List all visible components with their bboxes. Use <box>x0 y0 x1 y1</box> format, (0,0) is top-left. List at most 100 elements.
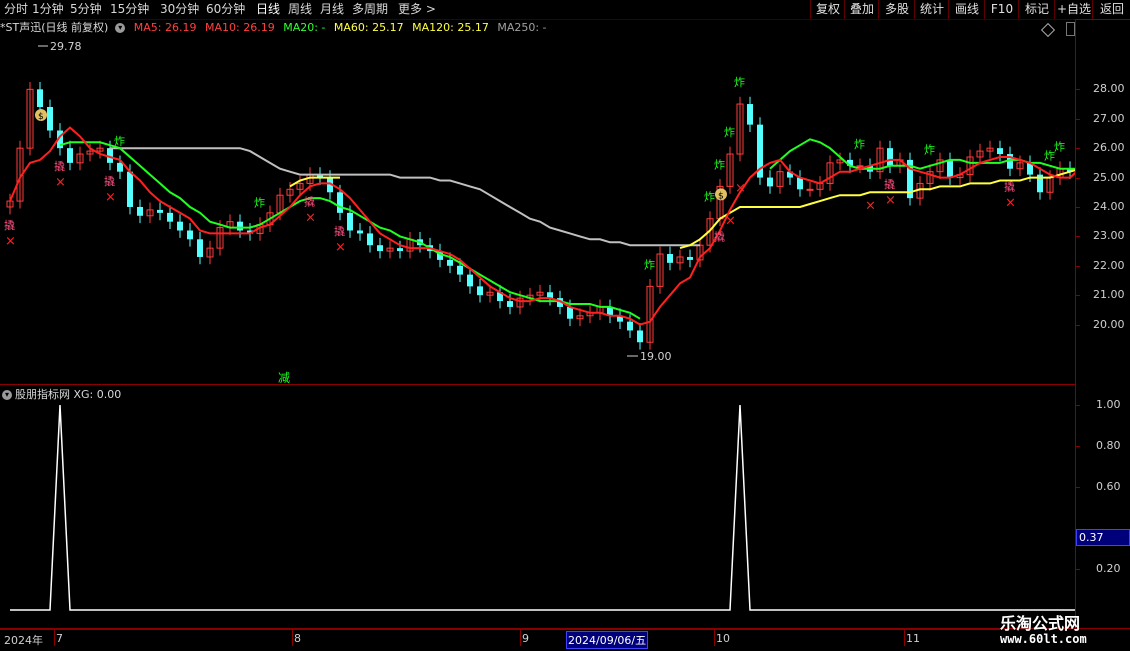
price-tick-label: 20.00 <box>1093 317 1125 331</box>
price-tick-label: 25.00 <box>1093 170 1125 184</box>
candle-body <box>377 245 383 252</box>
candle-body <box>37 89 43 107</box>
candle-body <box>137 206 143 216</box>
price-tick-label: 24.00 <box>1093 199 1125 213</box>
signal-x: × <box>305 210 316 225</box>
price-tick-label: 26.00 <box>1093 141 1125 155</box>
reduce-mark: 减 <box>278 371 290 385</box>
low-price-label: 19.00 <box>640 350 672 363</box>
toolbar-item[interactable]: 日线 <box>256 1 280 18</box>
signal-qiao: 撬 <box>4 218 15 232</box>
price-tick <box>1075 295 1080 297</box>
toolbar: 分时 1分钟 5分钟 15分钟 30分钟 60分钟 日线 周线 月线 多周期 更多 > 复权 叠加 多股统… <box>0 0 1130 20</box>
indicator-chart[interactable] <box>0 385 1075 628</box>
toolbar-item[interactable]: 统计 <box>914 0 949 19</box>
toolbar-item[interactable]: +自选 <box>1054 0 1093 19</box>
month-label: 7 <box>56 632 63 645</box>
candle-body <box>806 188 814 191</box>
candle-body <box>367 233 373 246</box>
ma60-line <box>110 147 700 247</box>
signal-zha: 炸 <box>724 126 735 139</box>
toolbar-item[interactable]: 标记 <box>1018 0 1055 19</box>
toolbar-item[interactable]: 1分钟 <box>32 1 64 18</box>
toolbar-item[interactable]: 多周期 <box>352 1 388 18</box>
month-label: 8 <box>294 632 301 645</box>
indicator-menu-icon[interactable]: ▾ <box>2 390 12 400</box>
candle-body <box>467 274 473 287</box>
toolbar-item[interactable]: 返回 <box>1092 0 1130 19</box>
signal-zha: 炸 <box>734 76 745 89</box>
signal-zha: 炸 <box>1054 141 1065 154</box>
signal-zha: 炸 <box>704 191 715 204</box>
toolbar-item[interactable]: 30分钟 <box>160 1 199 18</box>
indicator-tick <box>1075 405 1080 406</box>
toolbar-item[interactable]: 5分钟 <box>70 1 102 18</box>
price-tick <box>1075 118 1080 120</box>
signal-x: × <box>5 234 16 249</box>
signal-qiao: 撬 <box>54 159 65 173</box>
candle-body <box>337 192 343 213</box>
candle-body <box>127 171 133 207</box>
candle-body <box>157 209 163 213</box>
toolbar-item[interactable]: 复权 <box>810 0 845 19</box>
candle-body <box>767 177 773 187</box>
price-tick <box>1075 206 1080 208</box>
signal-x: × <box>105 190 116 205</box>
signal-zha: 炸 <box>114 135 125 148</box>
toolbar-item[interactable]: 分时 <box>4 1 28 18</box>
price-tick <box>1075 236 1080 238</box>
toolbar-item[interactable]: 月线 <box>320 1 344 18</box>
signal-qiao: 撬 <box>304 194 315 208</box>
candlestick-chart[interactable]: 炸炸炸炸炸炸炸炸炸炸炸撬撬撬撬撬 撬撬 撬×××××××× × ×$$29.7819.0… <box>0 20 1075 385</box>
month-divider <box>714 630 715 646</box>
xg-line <box>10 404 1075 611</box>
price-tick-label: 23.00 <box>1093 229 1125 243</box>
candle-body <box>856 165 864 168</box>
candle-body <box>167 212 173 222</box>
signal-qiao: 撬 <box>104 174 115 188</box>
toolbar-item[interactable]: 60分钟 <box>206 1 245 18</box>
indicator-tick <box>1075 487 1080 488</box>
high-price-label: 29.78 <box>50 40 82 53</box>
month-divider <box>904 630 905 646</box>
indicator-tick <box>1075 446 1080 447</box>
price-tick-label: 27.00 <box>1093 111 1125 125</box>
signal-zha: 炸 <box>254 197 265 210</box>
price-tick <box>1075 148 1080 150</box>
signal-qiao: 撬 <box>714 230 725 244</box>
toolbar-item[interactable]: 画线 <box>948 0 985 19</box>
signal-zha: 炸 <box>854 138 865 151</box>
toolbar-item[interactable]: 15分钟 <box>110 1 149 18</box>
candle-body <box>627 321 633 331</box>
watermark-title: 乐淘公式网 <box>1000 614 1081 633</box>
candle-body <box>177 221 183 231</box>
signal-x: × <box>885 193 896 208</box>
toolbar-item[interactable]: 叠加 <box>844 0 879 19</box>
candle-body <box>347 212 353 231</box>
toolbar-item[interactable]: 多股 <box>878 0 915 19</box>
price-tick-label: 22.00 <box>1093 258 1125 272</box>
toolbar-item[interactable]: F10 <box>984 0 1019 19</box>
signal-x: × <box>335 240 346 255</box>
candle-body <box>197 239 203 257</box>
indicator-tick-label: 0.20 <box>1096 562 1121 575</box>
signal-qiao: 撬 <box>1004 180 1015 194</box>
candle-body <box>567 306 573 319</box>
scroll-bar[interactable] <box>1066 22 1075 36</box>
candle-body <box>357 230 363 234</box>
signal-zha: 炸 <box>714 158 725 171</box>
ma10-line <box>289 169 1075 250</box>
month-divider <box>520 630 521 646</box>
toolbar-item[interactable]: 周线 <box>288 1 312 18</box>
candle-body <box>237 221 243 231</box>
price-tick-label: 21.00 <box>1093 288 1125 302</box>
money-icon-glyph: $ <box>718 191 724 201</box>
signal-x: × <box>865 199 876 214</box>
toolbar-item[interactable]: 更多 > <box>398 1 436 18</box>
signal-zha: 炸 <box>644 258 655 271</box>
indicator-title-row: ▾ 股朋指标网 XG: 0.00 <box>0 386 121 402</box>
candle-body <box>947 159 953 178</box>
indicator-tick-label: 0.60 <box>1096 480 1121 493</box>
candle-body <box>477 286 483 296</box>
candle-body <box>637 330 643 343</box>
